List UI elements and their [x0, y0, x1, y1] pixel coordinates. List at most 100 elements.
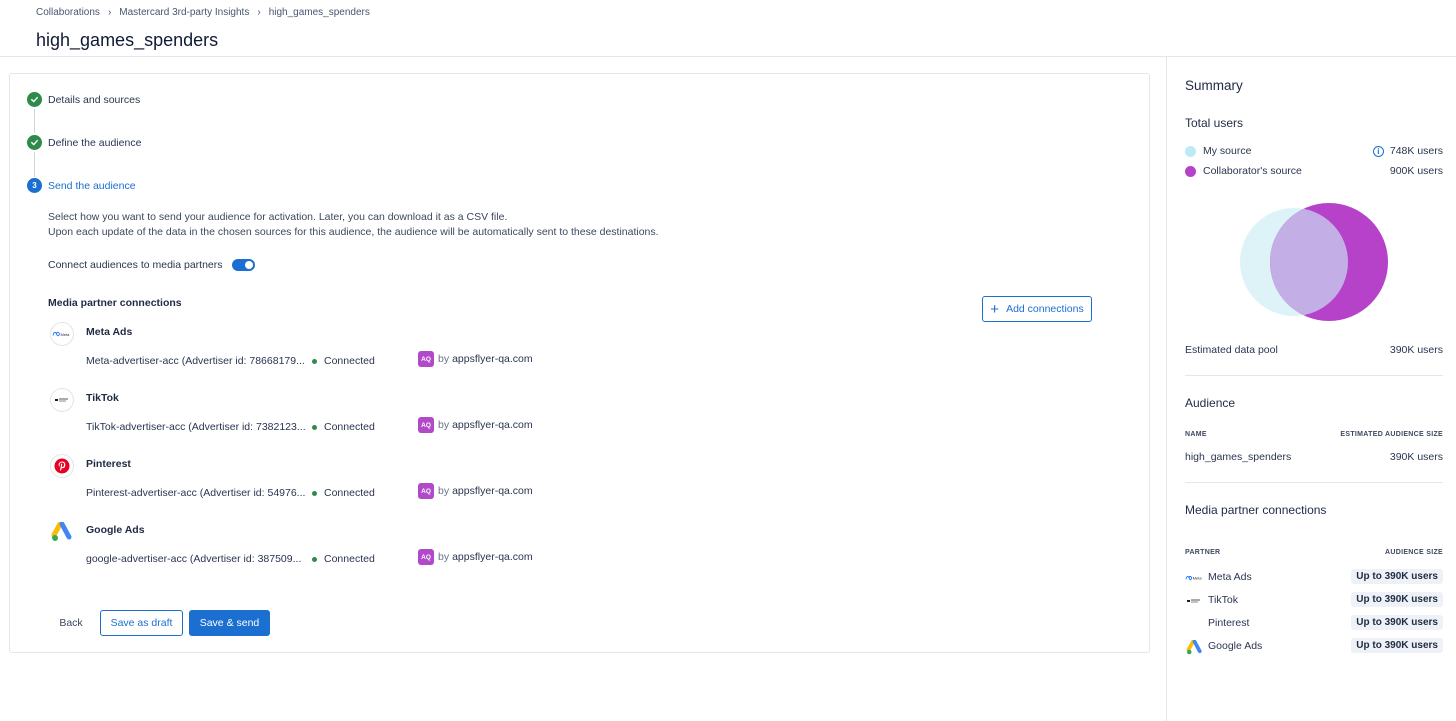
legend-label: Collaborator's source: [1203, 165, 1302, 177]
tiktok-logo-icon: [50, 388, 74, 412]
info-icon[interactable]: i: [1372, 145, 1384, 157]
total-users-title: Total users: [1185, 116, 1244, 130]
avatar: AQ: [418, 351, 434, 367]
by-label: by: [438, 419, 450, 431]
divider: [1185, 482, 1443, 483]
status-dot-icon: [312, 358, 317, 364]
description-line: Upon each update of the data in the chos…: [48, 226, 659, 238]
summary-partner-tiktok: TikTok Up to 390K users: [1185, 592, 1443, 609]
google-ads-logo-icon: [50, 520, 74, 544]
media-partners-toggle-row: Connect audiences to media partners: [48, 259, 255, 271]
col-audience-size: AUDIENCE SIZE: [1385, 549, 1443, 556]
breadcrumb-collaboration[interactable]: Mastercard 3rd-party Insights: [119, 7, 249, 18]
step-label: Define the audience: [48, 136, 142, 149]
meta-logo-text: Meta: [1193, 576, 1203, 581]
venn-diagram: [1240, 203, 1388, 321]
status-dot-icon: [312, 556, 317, 562]
meta-logo-text: Meta: [61, 332, 71, 337]
summary-media-title: Media partner connections: [1185, 503, 1327, 517]
partner-account: TikTok-advertiser-acc (Advertiser id: 73…: [86, 421, 306, 433]
add-connections-button[interactable]: + Add connections: [982, 296, 1092, 322]
owner-domain: appsflyer-qa.com: [452, 485, 533, 497]
my-source-users: 748K users: [1389, 145, 1443, 157]
step-number-badge: 3: [27, 178, 42, 193]
status-text: Connected: [324, 421, 375, 433]
breadcrumb-current: high_games_spenders: [268, 7, 370, 18]
partner-name: Google Ads: [1208, 640, 1263, 652]
summary-panel: Summary Total users My source i 748K user…: [1166, 57, 1456, 721]
partner-name: TikTok: [86, 392, 119, 404]
step-define-audience[interactable]: Define the audience: [27, 135, 141, 150]
partner-name: TikTok: [1208, 594, 1238, 606]
connection-owner: AQ by appsflyer-qa.com: [418, 483, 533, 499]
check-circle-icon: [27, 135, 42, 150]
connection-owner: AQ by appsflyer-qa.com: [418, 549, 533, 565]
col-estimated-size: ESTIMATED AUDIENCE SIZE: [1340, 431, 1443, 438]
partner-account: Meta-advertiser-acc (Advertiser id: 7866…: [86, 355, 305, 367]
my-source-swatch: [1185, 146, 1196, 157]
partner-meta-ads: Meta Meta Ads Meta-advertiser-acc (Adver…: [50, 322, 750, 382]
avatar: AQ: [418, 549, 434, 565]
col-name: NAME: [1185, 431, 1207, 438]
summary-partner-meta: Meta Meta Ads Up to 390K users: [1185, 569, 1443, 586]
partner-audience-size: Up to 390K users: [1351, 569, 1443, 584]
meta-logo-icon: Meta: [50, 322, 74, 346]
summary-partner-google-ads: Google Ads Up to 390K users: [1185, 638, 1443, 655]
summary-partner-pinterest: Pinterest Up to 390K users: [1185, 615, 1443, 632]
send-description: Select how you want to send your audienc…: [48, 210, 659, 240]
legend-my-source: My source i 748K users: [1185, 145, 1443, 159]
status-text: Connected: [324, 487, 375, 499]
by-label: by: [438, 353, 450, 365]
step-send-audience[interactable]: 3 Send the audience: [27, 178, 136, 193]
avatar: AQ: [418, 483, 434, 499]
meta-logo-icon: Meta: [1185, 571, 1203, 585]
tiktok-logo-icon: [1185, 594, 1203, 608]
status-text: Connected: [324, 553, 375, 565]
connection-owner: AQ by appsflyer-qa.com: [418, 417, 533, 433]
step-connector: [34, 152, 35, 177]
plus-icon: +: [990, 300, 1000, 318]
chevron-right-icon: ›: [107, 7, 112, 18]
partner-name: Pinterest: [1208, 617, 1250, 629]
status-badge: Connected: [312, 487, 375, 499]
partner-tiktok: TikTok TikTok-advertiser-acc (Advertiser…: [50, 388, 750, 448]
legend-value: i 748K users: [1372, 145, 1443, 157]
col-partner: PARTNER: [1185, 549, 1221, 556]
legend-label: My source: [1203, 145, 1252, 157]
partner-google-ads: Google Ads google-advertiser-acc (Advert…: [50, 520, 750, 580]
save-and-send-button[interactable]: Save & send: [189, 610, 270, 636]
top-bar: Collaborations › Mastercard 3rd-party In…: [0, 0, 1456, 57]
divider: [1185, 375, 1443, 376]
status-badge: Connected: [312, 553, 375, 565]
description-line: Select how you want to send your audienc…: [48, 211, 508, 223]
audience-name: high_games_spenders: [1185, 451, 1292, 463]
partner-name: Meta Ads: [86, 326, 133, 338]
pinterest-logo-icon: [1185, 617, 1203, 631]
partner-name: Meta Ads: [1208, 571, 1252, 583]
status-text: Connected: [324, 355, 375, 367]
wizard-card: Details and sources Define the audience …: [9, 73, 1150, 653]
owner-domain: appsflyer-qa.com: [452, 419, 533, 431]
status-badge: Connected: [312, 355, 375, 367]
partner-name: Google Ads: [86, 524, 145, 536]
partner-audience-size: Up to 390K users: [1351, 638, 1443, 653]
by-label: by: [438, 551, 450, 563]
check-circle-icon: [27, 92, 42, 107]
google-ads-logo-icon: [1185, 639, 1203, 654]
collaborator-source-swatch: [1185, 166, 1196, 177]
add-connections-label: Add connections: [1006, 303, 1084, 315]
legend-collaborator-source: Collaborator's source 900K users: [1185, 165, 1443, 179]
partner-account: google-advertiser-acc (Advertiser id: 38…: [86, 553, 302, 565]
status-dot-icon: [312, 424, 317, 430]
owner-domain: appsflyer-qa.com: [452, 353, 533, 365]
partner-name: Pinterest: [86, 458, 131, 470]
status-badge: Connected: [312, 421, 375, 433]
pool-label: Estimated data pool: [1185, 344, 1278, 356]
breadcrumb-collaborations[interactable]: Collaborations: [36, 7, 100, 18]
partner-audience-size: Up to 390K users: [1351, 615, 1443, 630]
media-partners-toggle[interactable]: [231, 259, 255, 271]
save-as-draft-button[interactable]: Save as draft: [100, 610, 183, 636]
partner-account: Pinterest-advertiser-acc (Advertiser id:…: [86, 487, 306, 499]
back-button[interactable]: Back: [48, 611, 94, 635]
step-details-sources[interactable]: Details and sources: [27, 92, 140, 107]
